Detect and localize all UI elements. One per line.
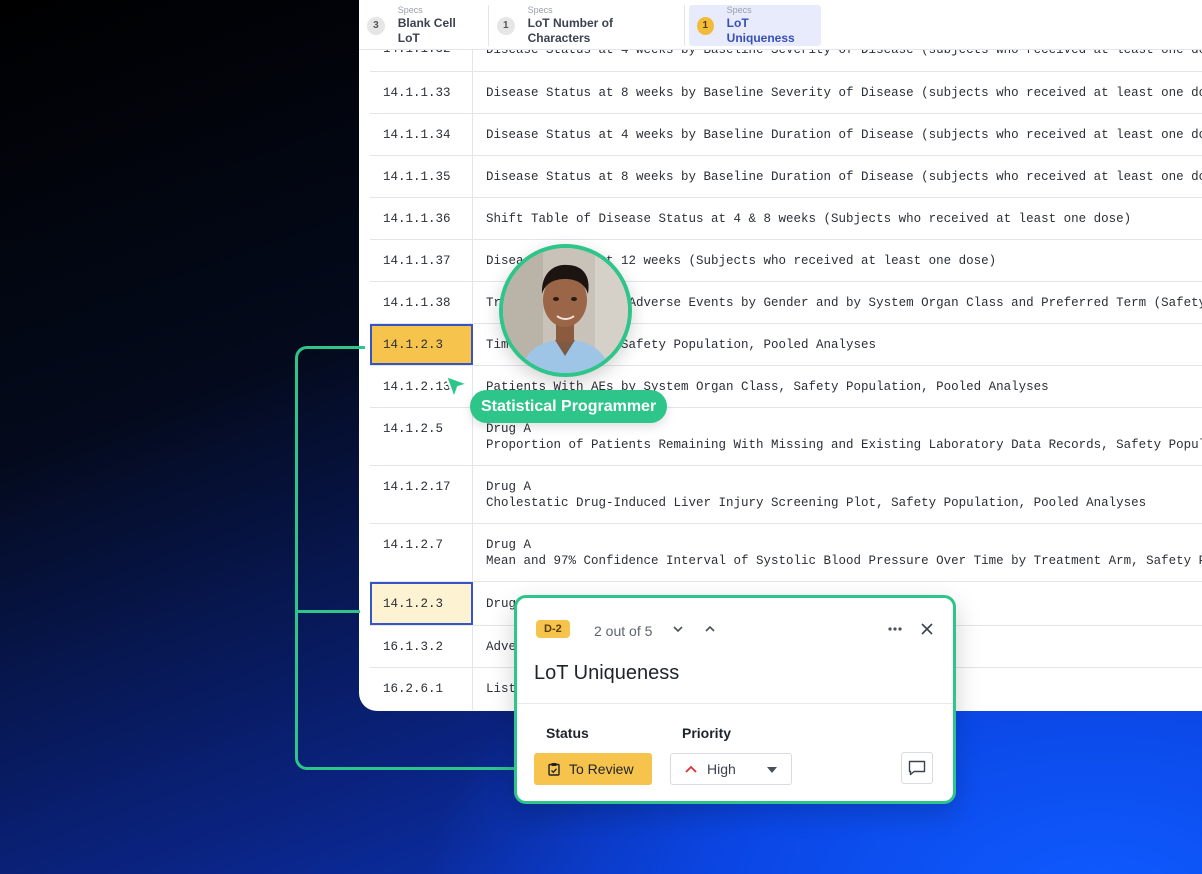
table-cell-id[interactable]: 14.1.1.34 (370, 114, 473, 155)
previous-issue-button[interactable] (699, 618, 721, 640)
connector-line (297, 610, 360, 613)
connector-line (360, 767, 516, 770)
table-row[interactable]: 14.1.1.34 Disease Status at 4 weeks by B… (370, 114, 1202, 156)
table-cell-id[interactable]: 14.1.2.17 (370, 466, 473, 523)
table-cell-title[interactable]: Drug A Cholestatic Drug-Induced Liver In… (473, 466, 1202, 523)
table-cell-id[interactable]: 16.2.6.1 (370, 668, 473, 710)
table-cell-id[interactable]: 14.1.1.36 (370, 198, 473, 239)
issue-title: LoT Uniqueness (534, 662, 680, 684)
table-cell-id[interactable]: 14.1.1.38 (370, 282, 473, 323)
tab-label: LoT Number of Characters (527, 16, 613, 45)
title-line: Mean and 97% Confidence Interval of Syst… (486, 553, 1202, 568)
title-line: Shift Table of Disease Status at 4 & 8 w… (486, 211, 1132, 226)
table-row[interactable]: 14.1.1.38 Treatment-Emergent Adverse Eve… (370, 282, 1202, 324)
caret-down-icon (767, 767, 777, 773)
priority-high-icon (685, 765, 697, 773)
user-avatar (499, 244, 632, 377)
more-horizontal-icon (888, 627, 902, 631)
tab-lot-number-of-characters[interactable]: 1 Specs LoT Number of Characters (489, 5, 685, 46)
table-row[interactable]: 14.1.2.17 Drug A Cholestatic Drug-Induce… (370, 466, 1202, 524)
table-cell-title[interactable]: Disease Status at 8 weeks by Baseline Du… (473, 156, 1202, 197)
priority-label: Priority (682, 725, 732, 741)
tab-sublabel: Specs (726, 5, 752, 15)
comment-icon (908, 760, 926, 776)
close-icon (921, 623, 933, 635)
issue-popup: D-2 2 out of 5 LoT Uniqueness Status To … (514, 595, 956, 804)
tab-count-badge: 1 (697, 16, 714, 35)
tab-sublabel: Specs (527, 5, 553, 15)
table-cell-id[interactable]: 14.1.1.33 (370, 72, 473, 113)
title-line: Proportion of Patients Remaining With Mi… (486, 437, 1202, 452)
next-issue-button[interactable] (667, 618, 689, 640)
divider (517, 703, 953, 704)
specs-tabbar: 3 Specs Blank Cell LoT 1 Specs LoT Numbe… (359, 0, 1202, 50)
title-line: Drug A (486, 537, 532, 552)
table-cell-id-flagged[interactable]: 14.1.2.3 (370, 324, 473, 365)
close-button[interactable] (916, 618, 938, 640)
status-value: To Review (569, 761, 634, 777)
table-row[interactable]: 14.1.2.3 Time to First AE, Safety Popula… (370, 324, 1202, 366)
priority-value: High (707, 761, 736, 777)
issue-id-badge: D-2 (536, 620, 570, 638)
tab-lot-uniqueness[interactable]: 1 Specs LoT Uniqueness (689, 5, 821, 46)
title-line: Disease Status at 8 weeks by Baseline Du… (486, 169, 1202, 184)
table-cell-id[interactable]: 14.1.2.7 (370, 524, 473, 581)
table-cell-title[interactable]: Disease Status at 8 weeks by Baseline Se… (473, 72, 1202, 113)
table-cell-id[interactable]: 16.1.3.2 (370, 626, 473, 667)
table-row[interactable]: 14.1.1.37 Disease Status at 12 weeks (Su… (370, 240, 1202, 282)
table-cell-id-flagged[interactable]: 14.1.2.3 (370, 582, 473, 625)
table-cell-id[interactable]: 14.1.2.5 (370, 408, 473, 465)
table-row[interactable]: 14.1.1.33 Disease Status at 8 weeks by B… (370, 72, 1202, 114)
status-button[interactable]: To Review (534, 753, 652, 785)
tab-sublabel: Specs (397, 5, 423, 15)
tab-count-badge: 1 (497, 16, 515, 35)
status-label: Status (546, 725, 589, 741)
connector-line (295, 346, 365, 770)
table-row[interactable]: 14.1.2.7 Drug A Mean and 97% Confidence … (370, 524, 1202, 582)
issue-counter: 2 out of 5 (594, 623, 653, 639)
tab-blank-cell-lot[interactable]: 3 Specs Blank Cell LoT (359, 5, 489, 46)
table-row[interactable]: 14.1.1.36 Shift Table of Disease Status … (370, 198, 1202, 240)
tab-label: Blank Cell LoT (397, 16, 456, 45)
comment-button[interactable] (901, 752, 933, 784)
table-cell-title[interactable]: Disease Status at 4 weeks by Baseline Du… (473, 114, 1202, 155)
person-photo-icon (503, 248, 628, 373)
table-cell-title[interactable]: Drug A Mean and 97% Confidence Interval … (473, 524, 1202, 581)
tab-count-badge: 3 (367, 16, 385, 35)
title-line: Disease Status at 4 weeks by Baseline Du… (486, 127, 1202, 142)
table-cell-id[interactable]: 14.1.1.37 (370, 240, 473, 281)
more-options-button[interactable] (884, 618, 906, 640)
table-cell-id[interactable]: 14.1.1.35 (370, 156, 473, 197)
chevron-down-icon (673, 626, 683, 633)
table-cell-title[interactable]: Shift Table of Disease Status at 4 & 8 w… (473, 198, 1202, 239)
clipboard-check-icon (548, 763, 560, 776)
table-row[interactable]: 14.1.1.35 Disease Status at 8 weeks by B… (370, 156, 1202, 198)
title-line: Disease Status at 8 weeks by Baseline Se… (486, 85, 1202, 100)
title-line: Cholestatic Drug-Induced Liver Injury Sc… (486, 495, 1147, 510)
role-badge: Statistical Programmer (470, 390, 668, 423)
pointer-cursor-icon (445, 375, 469, 399)
title-line: Drug A (486, 479, 532, 494)
tab-label: LoT Uniqueness (726, 16, 795, 45)
priority-select[interactable]: High (670, 753, 792, 785)
chevron-up-icon (705, 625, 715, 632)
